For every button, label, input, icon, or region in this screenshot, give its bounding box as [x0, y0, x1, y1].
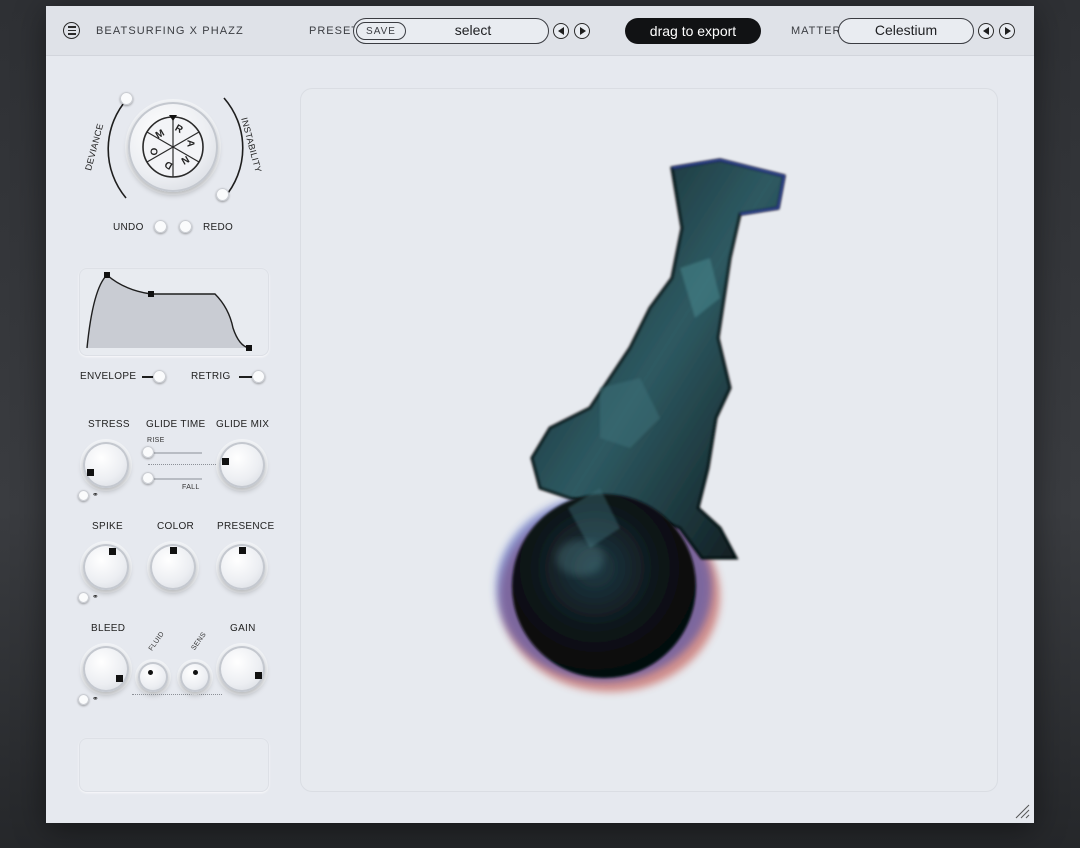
spike-indicator [109, 548, 116, 555]
drag-to-export-button[interactable]: drag to export [625, 18, 761, 44]
spike-label: SPIKE [92, 521, 123, 532]
bleed-knob[interactable] [83, 646, 129, 692]
envelope-editor[interactable] [79, 268, 269, 356]
undo-label: UNDO [113, 222, 144, 233]
matter-sculpture [496, 158, 786, 692]
stress-indicator [87, 469, 94, 476]
dial-letter-a: A [184, 139, 196, 148]
fall-label: FALL [182, 484, 200, 491]
arrow-right-icon [1004, 27, 1011, 35]
gain-label: GAIN [230, 623, 256, 634]
menu-icon[interactable] [63, 22, 80, 39]
retrig-label: RETRIG [191, 371, 231, 382]
arrow-left-icon [557, 27, 564, 35]
fluid-indicator [148, 670, 153, 675]
save-button[interactable]: SAVE [356, 22, 406, 40]
link-icon: ⚭ [92, 592, 100, 601]
rise-label: RISE [147, 437, 165, 444]
preset-prev-button[interactable] [553, 23, 569, 39]
undo-button[interactable] [154, 220, 167, 233]
arrow-left-icon [982, 27, 989, 35]
glide-time-label: GLIDE TIME [146, 419, 206, 430]
glide-mix-label: GLIDE MIX [216, 419, 270, 430]
stress-link-toggle[interactable] [78, 490, 89, 501]
rise-slider-handle[interactable] [142, 446, 154, 458]
preset-value: select [454, 22, 492, 38]
matter-value: Celestium [874, 22, 938, 38]
link-icon: ⚭ [92, 490, 100, 499]
redo-button[interactable] [179, 220, 192, 233]
glide-divider [148, 464, 218, 465]
link-icon: ⚭ [92, 694, 100, 703]
top-bar: BEATSURFING X PHAZZ PRESET SAVE select d… [46, 6, 1034, 56]
fall-slider-handle[interactable] [142, 472, 154, 484]
color-label: COLOR [157, 521, 195, 532]
presence-label: PRESENCE [217, 521, 275, 532]
random-dial-face [142, 115, 204, 178]
color-indicator [170, 547, 177, 554]
sens-indicator [193, 670, 198, 675]
matter-label: MATTER [791, 25, 842, 37]
sens-knob[interactable] [180, 662, 210, 692]
fluid-sens-divider [132, 694, 222, 695]
bleed-label: BLEED [91, 623, 126, 634]
preset-label: PRESET [309, 25, 360, 37]
color-knob[interactable] [150, 544, 196, 590]
gain-indicator [255, 672, 262, 679]
fall-slider-track [146, 478, 202, 480]
spike-knob[interactable] [83, 544, 129, 590]
arrow-right-icon [579, 27, 586, 35]
spike-link-toggle[interactable] [78, 592, 89, 603]
matter-prev-button[interactable] [978, 23, 994, 39]
redo-label: REDO [203, 222, 234, 233]
preset-next-button[interactable] [574, 23, 590, 39]
fluid-knob[interactable] [138, 662, 168, 692]
glide-mix-knob[interactable] [219, 442, 265, 488]
glide-mix-indicator [222, 458, 229, 465]
presence-indicator [239, 547, 246, 554]
plugin-window: BEATSURFING X PHAZZ PRESET SAVE select d… [46, 6, 1034, 823]
brand-title: BEATSURFING X PHAZZ [96, 25, 244, 37]
resize-grip-icon[interactable] [1014, 803, 1030, 819]
stress-knob[interactable] [83, 442, 129, 488]
envelope-switch[interactable] [153, 370, 166, 383]
random-dial[interactable]: R A N D O M [128, 102, 218, 192]
envelope-curve [86, 272, 252, 351]
bottom-panel [79, 738, 269, 792]
gain-knob[interactable] [219, 646, 265, 692]
retrig-switch[interactable] [252, 370, 265, 383]
bleed-indicator [116, 675, 123, 682]
sens-label: SENS [190, 631, 208, 652]
rise-slider-track [146, 452, 202, 454]
presence-knob[interactable] [219, 544, 265, 590]
bleed-link-toggle[interactable] [78, 694, 89, 705]
matter-next-button[interactable] [999, 23, 1015, 39]
visualizer-canvas[interactable] [300, 88, 998, 792]
envelope-label: ENVELOPE [80, 371, 137, 382]
dial-letter-o: O [149, 147, 161, 156]
fluid-label: FLUID [147, 630, 166, 653]
stress-label: STRESS [88, 419, 130, 430]
